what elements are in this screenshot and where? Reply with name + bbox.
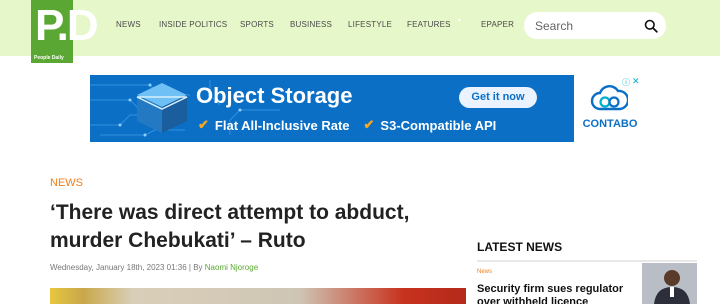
article-image [50,288,466,304]
nav-features[interactable]: FEATURES [407,20,451,29]
person-photo-icon [642,263,697,304]
ad-brand-name: CONTABO [582,118,638,130]
latest-item-thumbnail[interactable] [642,263,697,304]
ad-cta-button[interactable]: Get it now [459,87,537,108]
article-author[interactable]: Naomi Njoroge [205,263,258,272]
ad-info-icon[interactable]: ⓘ [622,77,630,88]
search-icon[interactable] [644,19,658,33]
nav-lifestyle[interactable]: LIFESTYLE [348,20,392,29]
nav-news[interactable]: NEWS [116,20,141,29]
check-icon: ✔ [363,117,375,132]
site-logo[interactable]: P.D People Daily [31,0,99,63]
nav-inside-politics[interactable]: INSIDE POLITICS [159,20,227,29]
ad-feature-1: Flat All-Inclusive Rate [214,117,350,133]
logo-glyph: P.D [35,1,99,50]
latest-news-heading: LATEST NEWS [477,240,563,254]
ad-close-icon[interactable]: ✕ [632,76,640,87]
nav-sports[interactable]: SPORTS [240,20,274,29]
nav-business[interactable]: BUSINESS [290,20,332,29]
ad-title: Object Storage [196,83,353,108]
article-date: Wednesday, January 18th, 2023 01:36 | By [50,263,205,272]
section-divider [477,260,697,262]
dropdown-indicator-icon: ▾ [458,18,462,24]
latest-item-title[interactable]: Security firm sues regulator over withhe… [477,283,639,304]
article-meta: Wednesday, January 18th, 2023 01:36 | By… [50,263,258,272]
ad-feature-2: S3-Compatible API [380,117,497,133]
ad-features: ✔ Flat All-Inclusive Rate ✔ S3-Compatibl… [198,117,496,133]
search-box [524,12,666,39]
search-input[interactable] [535,17,635,34]
article-category[interactable]: NEWS [50,177,83,189]
site-header: P.D People Daily NEWS INSIDE POLITICS SP… [0,0,720,63]
logo-text: People Daily [34,55,64,61]
ad-choices: ⓘ ✕ [620,76,642,88]
latest-item-category[interactable]: News [477,269,492,275]
article-headline: ‘There was direct attempt to abduct, mur… [50,201,410,252]
check-icon: ✔ [198,117,209,132]
ad-banner[interactable]: Object Storage ✔ Flat All-Inclusive Rate… [90,75,645,142]
nav-epaper[interactable]: EPAPER [481,20,514,29]
